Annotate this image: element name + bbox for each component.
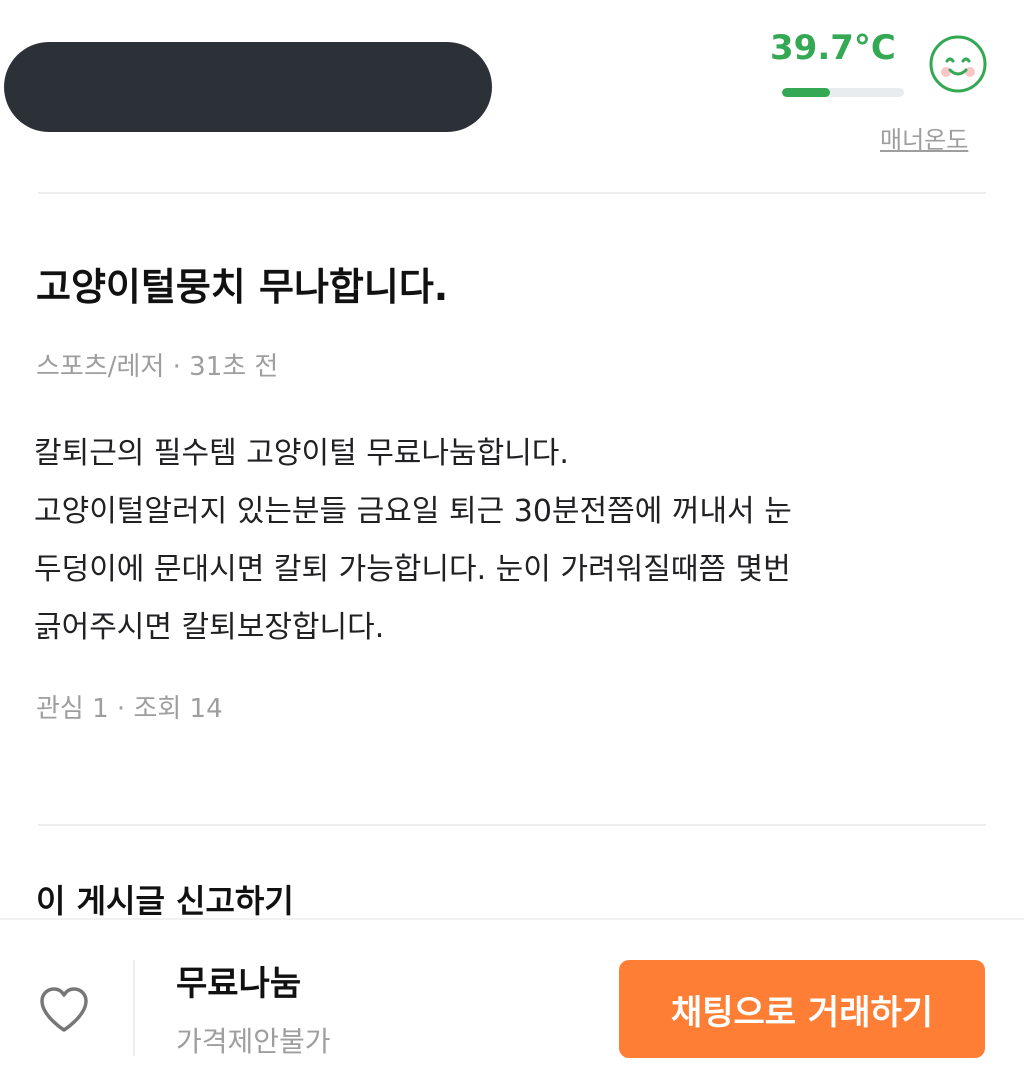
chat-trade-button[interactable]: 채팅으로 거래하기 xyxy=(619,960,985,1058)
manner-temperature-bar xyxy=(782,88,904,97)
report-post-link[interactable]: 이 게시글 신고하기 xyxy=(36,876,294,922)
price-offer-note: 가격제안불가 xyxy=(176,1025,331,1058)
manner-temperature-bar-fill xyxy=(782,88,831,97)
post-body-line: 두덩이에 문대시면 칼퇴 가능합니다. 눈이 가려워질때쯤 몇번 xyxy=(34,552,791,587)
manner-temperature-link[interactable]: 매너온도 xyxy=(880,120,968,155)
price-label: 무료나눔 xyxy=(176,964,302,1004)
bar-divider xyxy=(133,960,135,1056)
smile-face-icon xyxy=(928,34,988,94)
post-meta: 스포츠/레저 · 31초 전 xyxy=(36,352,279,382)
post-title: 고양이털뭉치 무나합니다. xyxy=(36,265,449,309)
divider xyxy=(38,824,986,826)
redacted-seller-profile xyxy=(4,42,492,132)
post-body-line: 칼퇴근의 필수템 고양이털 무료나눔합니다. xyxy=(34,436,569,471)
heart-outline-icon[interactable] xyxy=(34,980,94,1040)
manner-temperature: 39.7°C xyxy=(770,28,896,68)
post-body: 칼퇴근의 필수템 고양이털 무료나눔합니다. 고양이털알러지 있는분들 금요일 … xyxy=(34,425,984,657)
divider xyxy=(38,192,986,194)
post-body-line: 긁어주시면 칼퇴보장합니다. xyxy=(34,610,385,645)
post-body-line: 고양이털알러지 있는분들 금요일 퇴근 30분전쯤에 꺼내서 눈 xyxy=(34,494,792,529)
post-stats: 관심 1 · 조회 14 xyxy=(36,694,223,724)
